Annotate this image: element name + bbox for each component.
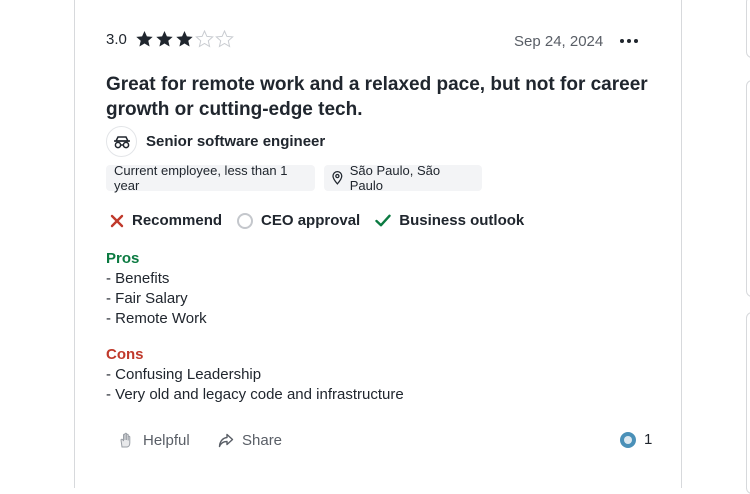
helpful-button[interactable]: Helpful <box>118 432 190 449</box>
pros-list: - Benefits - Fair Salary - Remote Work <box>106 269 207 329</box>
employment-status: Current employee, less than 1 year <box>114 163 288 193</box>
star-rating <box>135 30 234 48</box>
cons-list: - Confusing Leadership - Very old and le… <box>106 365 404 405</box>
check-icon <box>375 214 391 227</box>
star-filled-icon <box>176 31 193 47</box>
star-filled-icon <box>156 31 173 47</box>
adjacent-card-bottom <box>746 312 750 494</box>
ratings-row: Recommend CEO approval Business outlook <box>110 212 539 229</box>
business-outlook-label: Business outlook <box>399 212 525 229</box>
reviewer-role: Senior software engineer <box>106 126 325 157</box>
star-filled-icon <box>136 31 153 47</box>
review-title: Great for remote work and a relaxed pace… <box>106 74 648 120</box>
star-empty-icon <box>194 30 214 48</box>
cons-item: - Confusing Leadership <box>106 366 262 383</box>
star-empty-icon <box>214 30 234 48</box>
share-icon <box>218 433 234 448</box>
recommend-rating: Recommend <box>110 212 222 229</box>
pros-item: - Fair Salary <box>106 290 188 307</box>
location-pin-icon <box>332 171 343 185</box>
rating-value: 3.0 <box>106 30 127 48</box>
employment-status-tag: Current employee, less than 1 year <box>106 163 315 193</box>
neutral-circle-icon <box>237 212 254 229</box>
cross-icon <box>110 214 124 227</box>
helpful-votes: 1 <box>620 431 652 448</box>
pros-item: - Remote Work <box>106 310 207 327</box>
more-options-button[interactable] <box>616 30 642 52</box>
adjacent-card-top <box>746 0 750 58</box>
business-outlook-rating: Business outlook <box>375 212 524 229</box>
share-button[interactable]: Share <box>218 432 282 449</box>
helpful-count: 1 <box>644 431 653 448</box>
ceo-approval-label: CEO approval <box>261 212 361 229</box>
helpful-label: Helpful <box>143 432 190 449</box>
role-icon <box>106 126 137 157</box>
ceo-approval-rating: CEO approval <box>237 212 360 229</box>
adjacent-card-middle <box>746 80 750 297</box>
recommend-label: Recommend <box>132 212 223 229</box>
pros-item: - Benefits <box>106 270 170 287</box>
review-date: Sep 24, 2024 <box>514 33 604 50</box>
role-label: Senior software engineer <box>146 133 326 150</box>
share-label: Share <box>242 432 283 449</box>
location-tag: São Paulo, São Paulo <box>324 163 482 193</box>
location-label: São Paulo, São Paulo <box>349 163 441 193</box>
more-options-icon <box>620 39 624 43</box>
pros-heading: Pros <box>106 250 140 267</box>
voter-avatar-icon <box>620 431 636 448</box>
rating-row: 3.0 <box>106 30 234 48</box>
helpful-hand-icon <box>120 432 131 448</box>
cons-item: - Very old and legacy code and infrastru… <box>106 386 404 403</box>
cons-heading: Cons <box>106 346 144 363</box>
